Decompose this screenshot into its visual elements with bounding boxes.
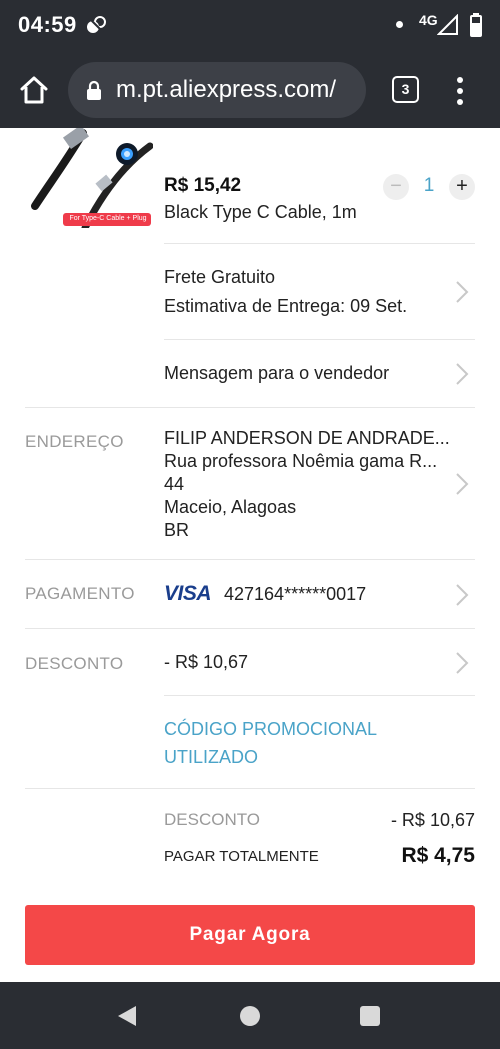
summary-discount-label: DESCONTO — [164, 810, 261, 829]
discount-label: DESCONTO — [25, 654, 124, 673]
tab-switcher-button[interactable]: 3 — [392, 76, 419, 103]
product-price: R$ 15,42 — [164, 175, 242, 196]
card-number: 427164******0017 — [224, 584, 367, 604]
divider — [25, 628, 475, 629]
browser-toolbar: m.pt.aliexpress.com/ 3 — [0, 52, 500, 128]
quantity-increase-button[interactable]: + — [449, 174, 475, 200]
lock-icon — [87, 80, 101, 100]
total-label: PAGAR TOTALMENTE — [164, 848, 319, 865]
promo-line-2: UTILIZADO — [164, 747, 259, 767]
signal-icon — [437, 14, 458, 35]
address-bar[interactable]: m.pt.aliexpress.com/ — [68, 62, 366, 118]
message-seller-row[interactable]: Mensagem para o vendedor — [0, 340, 500, 406]
product-image[interactable] — [25, 128, 153, 228]
summary-discount-value: - R$ 10,67 — [390, 810, 475, 830]
address-label: ENDEREÇO — [25, 432, 124, 451]
chevron-right-icon — [456, 363, 469, 385]
quantity-value: 1 — [423, 175, 435, 196]
overflow-menu-icon[interactable] — [450, 74, 470, 106]
promo-line-1: CÓDIGO PROMOCIONAL — [164, 719, 378, 739]
product-image-caption: For Type-C Cable + Plug — [69, 215, 147, 222]
network-type: 4G — [419, 12, 438, 28]
back-icon[interactable] — [116, 1004, 138, 1028]
pay-now-button[interactable]: Pagar Agora — [25, 905, 475, 965]
system-navigation-bar — [0, 982, 500, 1049]
address-country: BR — [164, 520, 190, 540]
chevron-right-icon — [456, 281, 469, 303]
home-nav-icon[interactable] — [240, 1006, 260, 1026]
address-row[interactable]: ENDEREÇO FILIP ANDERSON DE ANDRADE... Ru… — [0, 408, 500, 559]
home-icon[interactable] — [18, 74, 50, 106]
do-not-disturb-icon — [87, 16, 106, 33]
address-street: Rua professora Noêmia gama R... — [164, 451, 438, 471]
status-bar: 04:59 4G — [0, 0, 500, 52]
promo-code-status[interactable]: CÓDIGO PROMOCIONAL UTILIZADO — [164, 715, 377, 771]
payment-label: PAGAMENTO — [25, 584, 135, 603]
divider — [25, 559, 475, 560]
delivery-estimate: Estimativa de Entrega: 09 Set. — [164, 296, 408, 316]
address-city: Maceio, Alagoas — [164, 497, 297, 517]
shipping-row[interactable]: Frete Gratuito Estimativa de Entrega: 09… — [0, 244, 500, 339]
status-time: 04:59 — [18, 12, 77, 37]
product-variant: Black Type C Cable, 1m — [164, 202, 357, 222]
address-number: 44 — [164, 474, 185, 494]
notification-dot-icon — [396, 21, 403, 28]
divider — [25, 788, 475, 789]
recent-apps-icon[interactable] — [360, 1006, 380, 1026]
chevron-right-icon[interactable] — [455, 651, 469, 675]
chevron-right-icon[interactable] — [455, 583, 469, 607]
divider — [164, 695, 475, 696]
address-name: FILIP ANDERSON DE ANDRADE... — [164, 428, 450, 448]
chevron-right-icon — [456, 473, 469, 495]
message-seller-label: Mensagem para o vendedor — [164, 363, 390, 383]
url-text: m.pt.aliexpress.com/ — [116, 76, 337, 103]
visa-logo-icon: VISA — [164, 582, 212, 605]
shipping-method: Frete Gratuito — [164, 267, 276, 287]
quantity-decrease-button[interactable]: − — [383, 174, 409, 200]
battery-icon — [470, 13, 482, 37]
discount-value: - R$ 10,67 — [164, 652, 249, 672]
total-value: R$ 4,75 — [401, 844, 475, 867]
checkout-content: For Type-C Cable + Plug R$ 15,42 Black T… — [0, 128, 500, 982]
